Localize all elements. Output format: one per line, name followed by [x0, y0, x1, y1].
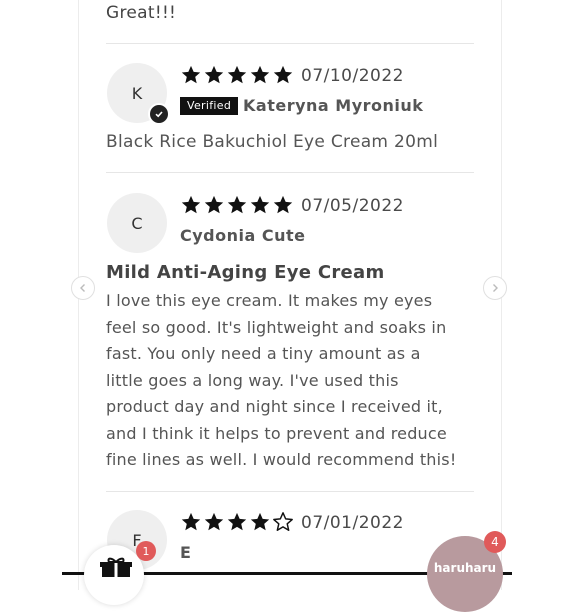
star-icon	[273, 512, 293, 531]
review-body-line: little goes a long way. I've used this	[106, 370, 399, 390]
reviewer-name: Kateryna Myroniuk	[243, 96, 424, 115]
avatar-initial: K	[131, 83, 143, 103]
brand-label: haruharu	[433, 561, 497, 575]
star-icon	[227, 512, 247, 531]
star-icon	[181, 195, 201, 214]
chevron-right-icon	[493, 284, 498, 292]
verified-badge: Verified	[180, 97, 239, 115]
review-body-line: product day and night since I received i…	[106, 397, 443, 416]
star-icon	[250, 65, 270, 84]
star-icon	[227, 65, 247, 84]
reviewer-name: E	[180, 543, 192, 562]
previous-review-text: Great!!!	[106, 3, 177, 23]
rewards-button[interactable]	[84, 545, 144, 605]
star-icon	[181, 65, 201, 84]
prev-arrow-button[interactable]	[71, 276, 95, 300]
divider	[106, 172, 474, 173]
star-icon	[204, 195, 224, 214]
review-body: I love this eye cream. It makes my eyes …	[106, 288, 478, 474]
star-icon	[273, 195, 293, 214]
star-rating	[180, 511, 294, 533]
avatar: C	[107, 193, 167, 253]
next-arrow-button[interactable]	[483, 276, 507, 300]
star-icon	[181, 512, 201, 531]
brand-count-badge: 4	[484, 531, 506, 553]
star-icon	[227, 195, 247, 214]
reviewer-name: Cydonia Cute	[180, 226, 306, 245]
star-icon	[204, 65, 224, 84]
star-rating	[180, 64, 294, 86]
divider	[106, 491, 474, 492]
review-body-line: I love this eye cream. It makes my eyes	[106, 291, 433, 310]
review-body-line: and I think it helps to prevent and redu…	[106, 423, 447, 443]
star-icon	[273, 65, 293, 84]
review-body-line: fine lines as well. I would recommend th…	[106, 450, 457, 469]
review-title: Mild Anti-Aging Eye Cream	[106, 262, 385, 283]
review-body-line: fast. You only need a tiny amount as a	[106, 344, 421, 363]
review-date: 07/10/2022	[301, 66, 404, 86]
star-icon	[250, 512, 270, 531]
star-rating	[180, 194, 294, 216]
rewards-count-badge: 1	[136, 541, 156, 561]
review-date: 07/01/2022	[301, 513, 404, 533]
gift-icon	[100, 557, 132, 577]
review-body-line: feel so good. It's lightweight and soaks…	[106, 317, 447, 337]
divider	[106, 43, 474, 44]
avatar-initial: C	[131, 213, 143, 233]
star-icon	[250, 195, 270, 214]
check-icon	[148, 103, 170, 125]
chevron-left-icon	[80, 284, 85, 292]
review-date: 07/05/2022	[301, 196, 404, 216]
star-icon	[204, 512, 224, 531]
avatar: K	[107, 63, 170, 125]
product-name: Black Rice Bakuchiol Eye Cream 20ml	[106, 132, 439, 152]
